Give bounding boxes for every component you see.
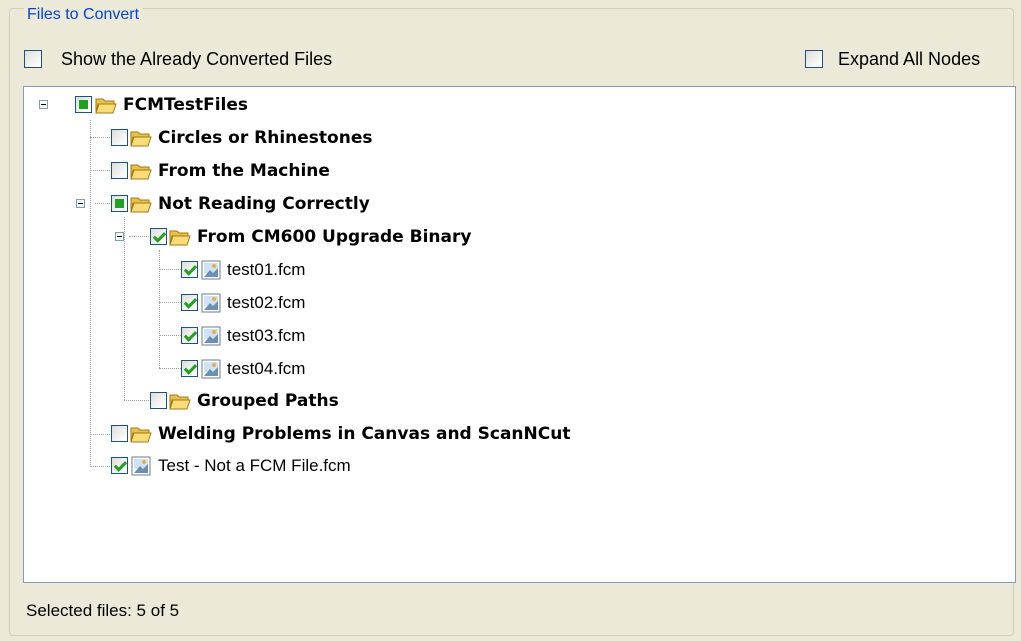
folder-open-icon [130, 427, 152, 443]
not-reading-checkbox[interactable] [111, 195, 128, 212]
cm600-checkbox[interactable] [150, 228, 167, 245]
welding-checkbox[interactable] [111, 425, 128, 442]
collapse-toggle[interactable] [39, 100, 48, 109]
circles-checkbox[interactable] [111, 129, 128, 146]
tree-node-welding[interactable]: Welding Problems in Canvas and ScanNCut [24, 419, 724, 449]
image-file-icon [131, 456, 151, 476]
tree-node-file[interactable]: test02.fcm [24, 288, 624, 318]
node-label: test04.fcm [227, 359, 306, 378]
tree-node-circles[interactable]: Circles or Rhinestones [24, 123, 624, 153]
tree-node-grouped[interactable]: Grouped Paths [24, 386, 624, 416]
file-checkbox[interactable] [181, 261, 198, 278]
tree-node-file[interactable]: test04.fcm [24, 354, 624, 384]
image-file-icon [201, 359, 221, 379]
node-label: Grouped Paths [197, 391, 339, 411]
grouped-checkbox[interactable] [150, 392, 167, 409]
node-label: test03.fcm [227, 326, 306, 345]
node-label: From CM600 Upgrade Binary [197, 227, 472, 247]
node-label: test02.fcm [227, 293, 306, 312]
expand-all-label[interactable]: Expand All Nodes [838, 48, 980, 70]
file-checkbox[interactable] [181, 327, 198, 344]
node-label: From the Machine [158, 161, 330, 181]
tree-node-root[interactable]: FCMTestFiles [24, 90, 624, 120]
tree-node-cm600[interactable]: From CM600 Upgrade Binary [24, 222, 624, 252]
node-label: FCMTestFiles [123, 95, 249, 115]
groupbox-title: Files to Convert [24, 6, 143, 24]
folder-open-icon [130, 197, 152, 213]
tree-node-test-file[interactable]: Test - Not a FCM File.fcm [24, 451, 624, 481]
node-label: Test - Not a FCM File.fcm [158, 456, 351, 475]
tree-node-machine[interactable]: From the Machine [24, 156, 624, 186]
node-label: Not Reading Correctly [158, 194, 370, 214]
show-converted-label[interactable]: Show the Already Converted Files [61, 48, 332, 70]
collapse-toggle[interactable] [115, 232, 124, 241]
node-label: test01.fcm [227, 260, 306, 279]
file-checkbox[interactable] [181, 294, 198, 311]
collapse-toggle[interactable] [76, 199, 85, 208]
root-checkbox[interactable] [75, 96, 92, 113]
folder-open-icon [169, 394, 191, 410]
folder-open-icon [130, 131, 152, 147]
node-label: Circles or Rhinestones [158, 128, 373, 148]
test-file-checkbox[interactable] [111, 457, 128, 474]
tree-node-not-reading[interactable]: Not Reading Correctly [24, 189, 624, 219]
tree-node-file[interactable]: test03.fcm [24, 321, 624, 351]
folder-open-icon [95, 98, 117, 114]
file-checkbox[interactable] [181, 360, 198, 377]
image-file-icon [201, 293, 221, 313]
image-file-icon [201, 260, 221, 280]
folder-open-icon [130, 164, 152, 180]
image-file-icon [201, 326, 221, 346]
folder-open-icon [169, 230, 191, 246]
show-converted-checkbox[interactable] [24, 50, 42, 68]
node-label: Welding Problems in Canvas and ScanNCut [158, 424, 571, 444]
tree-node-file[interactable]: test01.fcm [24, 255, 624, 285]
file-tree[interactable]: FCMTestFiles Circles or Rhinestones From… [23, 86, 1016, 583]
selected-files-status: Selected files: 5 of 5 [26, 601, 180, 620]
machine-checkbox[interactable] [111, 162, 128, 179]
expand-all-checkbox[interactable] [805, 50, 823, 68]
